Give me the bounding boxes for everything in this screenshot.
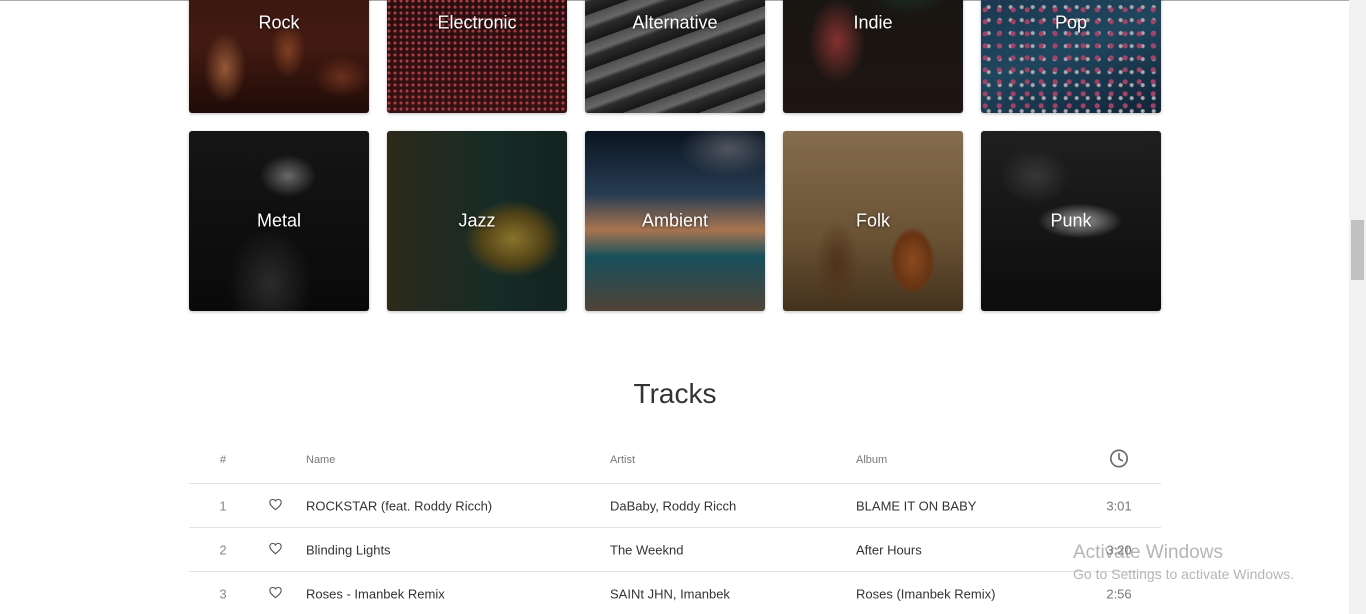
heart-icon[interactable] <box>269 586 282 601</box>
track-album[interactable]: BLAME IT ON BABY <box>856 498 976 513</box>
genre-tile-label: Folk <box>855 210 890 231</box>
track-name[interactable]: Roses - Imanbek Remix <box>306 586 445 601</box>
genre-tile-folk[interactable]: Folk <box>783 131 963 311</box>
genre-tile-label: Jazz <box>458 210 496 231</box>
genre-grid: Rock Electronic Alternative Indie Pop Metal Ja… <box>189 0 1161 311</box>
page-scrollbar[interactable] <box>1349 0 1366 614</box>
track-rows: 1 ROCKSTAR (feat. Roddy Ricch) DaBaby, Rod… <box>189 484 1161 614</box>
genre-tile-label: Rock <box>258 12 300 33</box>
genre-tile-label: Indie <box>853 12 893 33</box>
header-album[interactable]: Album <box>856 454 887 466</box>
heart-icon[interactable] <box>269 498 282 513</box>
header-name[interactable]: Name <box>306 454 335 466</box>
track-album[interactable]: Roses (Imanbek Remix) <box>856 586 995 601</box>
header-number: # <box>219 453 227 466</box>
track-duration: 3:01 <box>1106 498 1132 513</box>
header-artist[interactable]: Artist <box>610 454 635 466</box>
track-number: 2 <box>219 542 227 557</box>
genre-tile-label: Ambient <box>641 210 709 231</box>
scrollbar-thumb[interactable] <box>1351 220 1364 280</box>
track-duration: 3:20 <box>1106 542 1132 557</box>
genre-tile-pop[interactable]: Pop <box>981 0 1161 113</box>
genre-tile-label: Metal <box>256 210 301 231</box>
genre-tile-rock[interactable]: Rock <box>189 0 369 113</box>
track-number: 3 <box>219 586 227 601</box>
track-name[interactable]: ROCKSTAR (feat. Roddy Ricch) <box>306 498 492 513</box>
genre-tile-jazz[interactable]: Jazz <box>387 131 567 311</box>
track-name[interactable]: Blinding Lights <box>306 542 391 557</box>
clock-icon[interactable] <box>1094 448 1144 471</box>
page-content: Rock Electronic Alternative Indie Pop Metal Ja… <box>0 0 1349 614</box>
genre-tile-label: Punk <box>1050 210 1092 231</box>
tracks-section-title: Tracks <box>633 378 717 409</box>
genre-tile-alternative[interactable]: Alternative <box>585 0 765 113</box>
track-row[interactable]: 3 Roses - Imanbek Remix SAINt JHN, Imanbek… <box>189 572 1161 614</box>
track-row[interactable]: 2 Blinding Lights The Weeknd After Hours 3:2… <box>189 528 1161 572</box>
track-duration: 2:56 <box>1106 586 1132 601</box>
clock-icon-svg <box>1110 449 1128 467</box>
genre-tile-indie[interactable]: Indie <box>783 0 963 113</box>
heart-icon[interactable] <box>269 542 282 557</box>
genre-tile-label: Pop <box>1054 12 1088 33</box>
genre-tile-label: Electronic <box>437 12 517 33</box>
track-number: 1 <box>219 498 227 513</box>
genre-tile-electronic[interactable]: Electronic <box>387 0 567 113</box>
track-artist[interactable]: The Weeknd <box>610 542 683 557</box>
track-album[interactable]: After Hours <box>856 542 922 557</box>
tracks-table: # Name Artist Album 1 ROCKSTAR (feat. Rod… <box>189 436 1161 614</box>
tracks-table-header: # Name Artist Album <box>189 436 1161 484</box>
track-artist[interactable]: DaBaby, Roddy Ricch <box>610 498 736 513</box>
track-row[interactable]: 1 ROCKSTAR (feat. Roddy Ricch) DaBaby, Rod… <box>189 484 1161 528</box>
genre-tile-punk[interactable]: Punk <box>981 131 1161 311</box>
genre-tile-ambient[interactable]: Ambient <box>585 131 765 311</box>
genre-tile-metal[interactable]: Metal <box>189 131 369 311</box>
track-artist[interactable]: SAINt JHN, Imanbek <box>610 586 730 601</box>
genre-tile-label: Alternative <box>632 12 718 33</box>
